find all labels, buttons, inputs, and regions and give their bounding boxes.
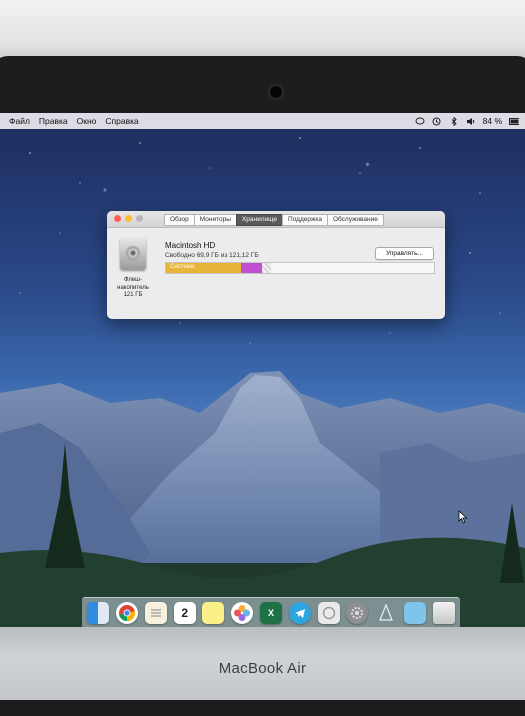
- menu-file[interactable]: Файл: [9, 116, 30, 126]
- photos-icon[interactable]: [231, 601, 254, 624]
- mountain-scene: [0, 371, 525, 627]
- tab-overview[interactable]: Обзор: [164, 214, 195, 226]
- menu-edit[interactable]: Правка: [39, 116, 68, 126]
- window-titlebar: Обзор Мониторы Хранилище Поддержка Обслу…: [107, 211, 445, 228]
- timemachine-icon[interactable]: [432, 116, 442, 126]
- system-preferences-icon[interactable]: [346, 601, 369, 624]
- screen: Файл Правка Окно Справка 84 % Обзор Мони…: [0, 113, 525, 627]
- mouse-cursor-icon: [458, 510, 468, 524]
- drive-label: Флеш- накопитель 121 ГБ: [107, 277, 159, 300]
- minimize-button[interactable]: [125, 215, 132, 222]
- menu-help[interactable]: Справка: [105, 116, 138, 126]
- drive-label-line2: накопитель: [117, 284, 149, 291]
- chrome-icon[interactable]: [116, 601, 139, 624]
- bluetooth-icon[interactable]: [449, 116, 459, 126]
- tab-support[interactable]: Поддержка: [282, 214, 328, 226]
- notes-icon[interactable]: [144, 601, 167, 624]
- free-space-text: Свободно 69,9 ГБ из 121,12 ГБ: [165, 252, 259, 259]
- storage-panel: Флеш- накопитель 121 ГБ Macintosh HD Сво…: [107, 228, 445, 319]
- about-this-mac-window: Обзор Мониторы Хранилище Поддержка Обслу…: [107, 211, 445, 319]
- volume-icon[interactable]: [466, 116, 476, 126]
- calendar-icon[interactable]: 2: [173, 601, 196, 624]
- calendar-day: 2: [181, 605, 189, 620]
- folder-icon[interactable]: [403, 601, 426, 624]
- storage-segment-system[interactable]: Система: [166, 263, 242, 273]
- battery-icon[interactable]: [509, 116, 519, 126]
- whatsapp-icon[interactable]: [317, 601, 340, 624]
- battery-percent: 84 %: [482, 116, 502, 126]
- telegram-icon[interactable]: [288, 601, 311, 624]
- drive-label-line3: 121 ГБ: [123, 292, 143, 298]
- storage-segment-purgeable[interactable]: [262, 263, 271, 273]
- creative-cloud-icon[interactable]: [415, 116, 425, 126]
- tab-displays[interactable]: Мониторы: [193, 214, 237, 226]
- zoom-button[interactable]: [136, 215, 143, 222]
- finder-icon[interactable]: [87, 601, 110, 624]
- launchpad-icon[interactable]: [375, 602, 397, 624]
- trash-icon[interactable]: [432, 601, 455, 624]
- storage-bar[interactable]: Система: [165, 262, 435, 274]
- dock: 2 X: [82, 597, 460, 627]
- background-wall: [0, 0, 525, 60]
- stickies-icon[interactable]: [202, 601, 225, 624]
- tab-service[interactable]: Обслуживание: [326, 214, 384, 226]
- menu-window[interactable]: Окно: [77, 116, 97, 126]
- status-area: 84 %: [415, 116, 525, 126]
- webcam: [270, 86, 282, 98]
- menu-bar: Файл Правка Окно Справка 84 %: [0, 113, 525, 129]
- drive-label-line1: Флеш-: [123, 277, 142, 283]
- volume-name: Macintosh HD: [165, 241, 216, 250]
- drive-icon: [120, 238, 146, 270]
- close-button[interactable]: [114, 215, 121, 222]
- segmented-tabs: Обзор Мониторы Хранилище Поддержка Обслу…: [164, 214, 384, 226]
- tab-storage[interactable]: Хранилище: [235, 214, 284, 226]
- excel-icon[interactable]: X: [259, 601, 282, 624]
- system-segment-label: Система: [170, 264, 195, 270]
- storage-segment-other[interactable]: [241, 263, 263, 273]
- brand-label: MacBook Air: [218, 660, 307, 677]
- manage-button[interactable]: Управлять...: [375, 247, 434, 260]
